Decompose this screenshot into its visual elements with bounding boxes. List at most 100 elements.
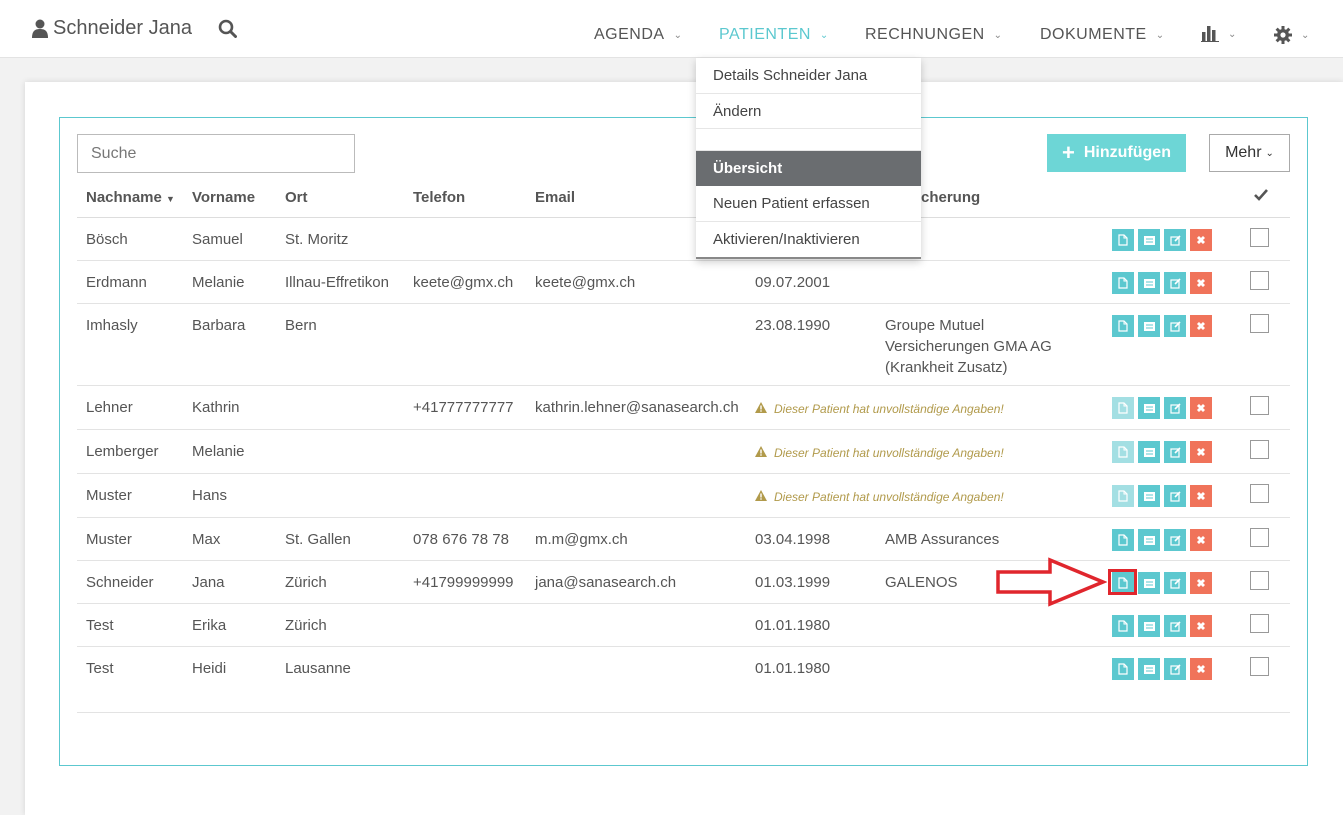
delete-icon[interactable]: ✖ <box>1190 485 1212 507</box>
cell-telefon: +41777777777 <box>413 399 514 416</box>
delete-icon[interactable]: ✖ <box>1190 615 1212 637</box>
document-icon[interactable] <box>1112 529 1134 551</box>
delete-icon[interactable]: ✖ <box>1190 272 1212 294</box>
row-actions: ✖ <box>1112 229 1212 251</box>
patienten-dropdown-menu: Details Schneider Jana Ändern Übersicht … <box>696 58 921 259</box>
row-checkbox[interactable] <box>1250 484 1269 503</box>
row-checkbox[interactable] <box>1250 396 1269 415</box>
document-icon[interactable] <box>1112 485 1134 507</box>
more-button[interactable]: Mehr ⌄ <box>1209 134 1290 172</box>
cell-vorname: Kathrin <box>192 399 240 416</box>
search-input[interactable] <box>77 134 355 173</box>
menu-item-aktivieren[interactable]: Aktivieren/Inaktivieren <box>696 222 921 257</box>
list-icon[interactable] <box>1138 397 1160 419</box>
table-row[interactable]: Muster Hans Dieser Patient hat unvollständ… <box>77 474 1290 518</box>
cell-geburtsdatum: 03.04.1998 <box>755 531 831 548</box>
table-row[interactable]: Erdmann Melanie Illnau-Effretikon keete@gmx… <box>77 261 1290 304</box>
nav-dokumente[interactable]: DOKUMENTE ⌄ <box>1040 26 1165 44</box>
table-row[interactable]: Test Heidi Lausanne 01.01.1980 ✖ <box>77 647 1290 690</box>
document-icon[interactable] <box>1112 615 1134 637</box>
list-icon[interactable] <box>1138 572 1160 594</box>
add-patient-button[interactable]: + Hinzufügen <box>1047 134 1186 172</box>
cell-email: kathrin.lehner@sanasearch.ch <box>535 399 739 416</box>
delete-icon[interactable]: ✖ <box>1190 229 1212 251</box>
row-checkbox[interactable] <box>1250 528 1269 547</box>
delete-icon[interactable]: ✖ <box>1190 529 1212 551</box>
row-checkbox[interactable] <box>1250 314 1269 333</box>
red-arrow-annotation <box>996 557 1107 607</box>
delete-icon[interactable]: ✖ <box>1190 441 1212 463</box>
user-menu[interactable]: Schneider Jana <box>32 17 192 40</box>
nav-statistics[interactable]: ⌄ <box>1201 26 1237 42</box>
edit-icon[interactable] <box>1164 441 1186 463</box>
nav-rechnungen-label: RECHNUNGEN <box>865 26 985 43</box>
menu-item-uebersicht[interactable]: Übersicht <box>696 151 921 186</box>
warning-text: Dieser Patient hat unvollständige Angabe… <box>774 402 1004 416</box>
edit-icon[interactable] <box>1164 572 1186 594</box>
document-icon[interactable] <box>1112 315 1134 337</box>
document-icon[interactable] <box>1112 397 1134 419</box>
column-header-ort[interactable]: Ort <box>285 189 308 206</box>
nav-rechnungen[interactable]: RECHNUNGEN ⌄ <box>865 26 1003 44</box>
list-icon[interactable] <box>1138 272 1160 294</box>
sort-desc-icon: ▼ <box>166 194 175 204</box>
cell-nachname: Muster <box>86 487 132 504</box>
list-icon[interactable] <box>1138 485 1160 507</box>
table-row[interactable]: Lemberger Melanie Dieser Patient hat unvol… <box>77 430 1290 474</box>
menu-item-neuen-patient[interactable]: Neuen Patient erfassen <box>696 186 921 222</box>
nav-agenda[interactable]: AGENDA ⌄ <box>594 26 682 44</box>
cell-ort: Lausanne <box>285 660 351 677</box>
edit-icon[interactable] <box>1164 315 1186 337</box>
delete-icon[interactable]: ✖ <box>1190 572 1212 594</box>
checkmark-icon[interactable] <box>1254 188 1268 205</box>
delete-icon[interactable]: ✖ <box>1190 658 1212 680</box>
cell-vorname: Melanie <box>192 443 245 460</box>
nav-patienten[interactable]: PATIENTEN ⌄ <box>719 26 829 44</box>
table-row[interactable]: Bösch Samuel St. Moritz ✖ <box>77 218 1290 261</box>
edit-icon[interactable] <box>1164 229 1186 251</box>
nav-settings[interactable]: ⌄ <box>1274 26 1310 44</box>
menu-item-aendern[interactable]: Ändern <box>696 94 921 129</box>
column-header-versicherung[interactable]: cherung <box>921 189 980 206</box>
document-icon[interactable] <box>1112 229 1134 251</box>
cell-nachname: Muster <box>86 531 132 548</box>
edit-icon[interactable] <box>1164 485 1186 507</box>
edit-icon[interactable] <box>1164 658 1186 680</box>
search-icon[interactable] <box>218 19 237 42</box>
document-icon[interactable] <box>1112 441 1134 463</box>
column-header-email[interactable]: Email <box>535 189 575 206</box>
document-icon[interactable] <box>1112 272 1134 294</box>
table-row[interactable]: Muster Max St. Gallen 078 676 78 78 m.m@gmx.… <box>77 518 1290 561</box>
cell-geburtsdatum: 01.01.1980 <box>755 660 831 677</box>
edit-icon[interactable] <box>1164 529 1186 551</box>
row-checkbox[interactable] <box>1250 571 1269 590</box>
table-row[interactable]: Imhasly Barbara Bern 23.08.1990 Groupe Mutue… <box>77 304 1290 386</box>
delete-icon[interactable]: ✖ <box>1190 315 1212 337</box>
list-icon[interactable] <box>1138 315 1160 337</box>
cell-nachname: Schneider <box>86 574 154 591</box>
list-icon[interactable] <box>1138 529 1160 551</box>
column-header-telefon[interactable]: Telefon <box>413 189 465 206</box>
edit-icon[interactable] <box>1164 397 1186 419</box>
user-icon <box>32 19 48 38</box>
edit-icon[interactable] <box>1164 615 1186 637</box>
list-icon[interactable] <box>1138 658 1160 680</box>
cell-email: m.m@gmx.ch <box>535 531 628 548</box>
column-header-vorname[interactable]: Vorname <box>192 189 255 206</box>
document-icon[interactable] <box>1112 658 1134 680</box>
column-header-nachname[interactable]: Nachname ▼ <box>86 189 175 206</box>
table-row[interactable]: Test Erika Zürich 01.01.1980 ✖ <box>77 604 1290 647</box>
delete-icon[interactable]: ✖ <box>1190 397 1212 419</box>
list-icon[interactable] <box>1138 615 1160 637</box>
cell-nachname: Test <box>86 617 114 634</box>
edit-icon[interactable] <box>1164 272 1186 294</box>
row-checkbox[interactable] <box>1250 614 1269 633</box>
row-checkbox[interactable] <box>1250 440 1269 459</box>
row-checkbox[interactable] <box>1250 271 1269 290</box>
list-icon[interactable] <box>1138 441 1160 463</box>
list-icon[interactable] <box>1138 229 1160 251</box>
table-row[interactable]: Lehner Kathrin +41777777777 kathrin.lehner@… <box>77 386 1290 430</box>
menu-item-details[interactable]: Details Schneider Jana <box>696 58 921 94</box>
row-checkbox[interactable] <box>1250 657 1269 676</box>
row-checkbox[interactable] <box>1250 228 1269 247</box>
